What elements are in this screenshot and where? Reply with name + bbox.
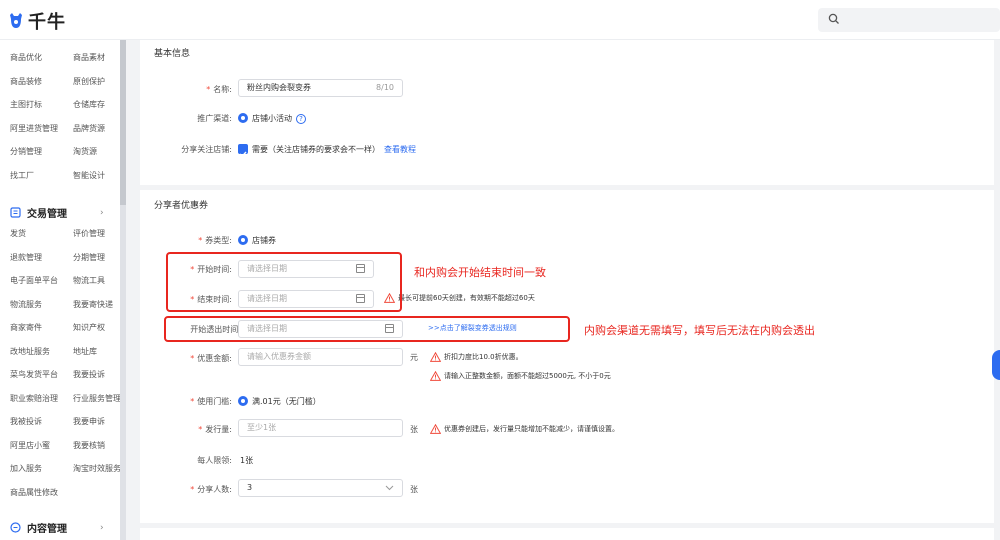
sidebar-item[interactable]: 商品优化 — [10, 52, 42, 63]
tutorial-link[interactable]: 查看教程 — [384, 144, 416, 155]
channel-radio[interactable] — [238, 113, 248, 123]
share-value: 需要（关注店铺券的要求会不一样） — [252, 145, 380, 154]
sidebar-item[interactable]: 商品属性修改 — [10, 487, 58, 498]
sidebar-item[interactable]: 菜鸟发货平台 — [10, 369, 58, 380]
logo[interactable]: 千牛 — [8, 8, 66, 34]
sidebar-item[interactable]: 发货 — [10, 228, 26, 239]
warning-icon — [430, 371, 441, 381]
sidebar-item[interactable]: 原创保护 — [73, 76, 105, 87]
warning-icon — [430, 424, 441, 434]
sidebar-item[interactable]: 商家寄件 — [10, 322, 42, 333]
share-checkbox[interactable] — [238, 144, 248, 158]
threshold-label: * 使用门槛: — [190, 397, 232, 406]
amount-warning-2: 请输入正整数金额，面额不能超过5000元, 不小于0元 — [430, 371, 611, 381]
sidebar-item[interactable]: 阿里店小蜜 — [10, 440, 50, 451]
sidebar-item[interactable]: 商品素材 — [73, 52, 105, 63]
qianniu-logo-icon — [10, 13, 22, 28]
sidebar-item[interactable]: 加入服务 — [10, 463, 42, 474]
sidebar-item[interactable]: 我被投诉 — [10, 416, 42, 427]
next-panel — [140, 528, 994, 540]
help-icon[interactable]: ? — [296, 113, 306, 124]
amount-label: * 优惠金额: — [190, 354, 232, 363]
sidebar-item[interactable]: 分销管理 — [10, 146, 42, 157]
type-radio[interactable] — [238, 235, 248, 245]
sidebar-item[interactable]: 物流服务 — [10, 299, 42, 310]
sidebar-item[interactable]: 淘宝时效服务 — [73, 463, 121, 474]
annotation-box-leak — [164, 316, 570, 342]
sidebar-section-content[interactable]: 内容管理 › — [10, 520, 104, 535]
sidebar-item[interactable]: 知识产权 — [73, 322, 105, 333]
sidebar-item[interactable]: 智能设计 — [73, 170, 105, 181]
issue-warning: 优惠券创建后，发行量只能增加不能减少，请谨慎设置。 — [430, 424, 619, 434]
channel-value: 店铺小活动? — [252, 113, 306, 124]
sidebar-section-trade[interactable]: 交易管理 › — [10, 205, 104, 220]
sidebar-item[interactable]: 我要核销 — [73, 440, 105, 451]
sidebar-item[interactable]: 电子面单平台 — [10, 275, 58, 286]
type-label: * 券类型: — [198, 236, 232, 245]
issue-unit: 张 — [410, 425, 418, 434]
channel-label: 推广渠道: — [197, 114, 232, 123]
check-icon — [239, 151, 247, 158]
content-icon — [10, 522, 21, 533]
amount-unit: 元 — [410, 353, 418, 362]
sidebar-item[interactable]: 退款管理 — [10, 252, 42, 263]
issue-label: * 发行量: — [198, 425, 232, 434]
sidebar-item[interactable]: 职业索赔治理 — [10, 393, 58, 404]
sidebar-item[interactable]: 主图打标 — [10, 99, 42, 110]
name-label: * 名称: — [206, 85, 232, 94]
share-label: 分享关注店铺: — [181, 145, 232, 154]
sidebar-item[interactable]: 物流工具 — [73, 275, 105, 286]
type-value: 店铺券 — [252, 236, 276, 245]
sidebar-item[interactable]: 品牌货源 — [73, 123, 105, 134]
amount-warning-1: 折扣力度比10.0折优惠。 — [430, 352, 523, 362]
search-input[interactable] — [818, 8, 1000, 32]
amount-field[interactable]: 请输入优惠券金额 — [238, 348, 403, 366]
name-field[interactable]: 粉丝内购会裂变券 8/10 — [238, 79, 403, 97]
sidebar-item[interactable]: 我要寄快递 — [73, 299, 113, 310]
top-bar: 千牛 — [0, 0, 1000, 40]
sidebar-item[interactable]: 行业服务管理 — [73, 393, 121, 404]
coupon-panel: 分享者优惠券 * 券类型: 店铺券 * 开始时间: 请选择日期 * 结束时间: 请选择… — [140, 190, 994, 523]
sidebar-scrollbar-thumb[interactable] — [120, 40, 126, 205]
sidebar-item[interactable]: 改地址服务 — [10, 346, 50, 357]
sidebar-item[interactable]: 仓储库存 — [73, 99, 105, 110]
threshold-value: 满.01元（无门槛） — [252, 397, 321, 406]
section-title: 分享者优惠券 — [154, 201, 209, 211]
limit-value: 1张 — [240, 456, 254, 465]
warning-icon — [430, 352, 441, 362]
logo-text: 千牛 — [28, 12, 66, 33]
sidebar: 商品优化商品装修主图打标阿里进货管理 分销管理找工厂 商品素材原创保护仓储库存品牌… — [0, 40, 121, 540]
basic-info-panel: 基本信息 * 名称: 粉丝内购会裂变券 8/10 推广渠道: 店铺小活动? 分享关… — [140, 40, 994, 185]
sharers-unit: 张 — [410, 485, 418, 494]
sidebar-item[interactable]: 我要投诉 — [73, 369, 105, 380]
annotation-note-2: 内购会渠道无需填写，填写后无法在内购会透出 — [584, 324, 815, 337]
sharers-label: * 分享人数: — [190, 485, 232, 494]
floating-help-tab[interactable] — [992, 350, 1000, 380]
sidebar-item[interactable]: 评价管理 — [73, 228, 105, 239]
sidebar-item[interactable]: 淘货源 — [73, 146, 97, 157]
annotation-box-dates — [166, 252, 402, 312]
sidebar-section-label: 交易管理 — [27, 209, 67, 220]
sidebar-item[interactable]: 商品装修 — [10, 76, 42, 87]
threshold-radio[interactable] — [238, 396, 248, 406]
issue-field[interactable]: 至少1张 — [238, 419, 403, 437]
chevron-right-icon: › — [100, 207, 104, 218]
annotation-note-1: 和内购会开始结束时间一致 — [414, 266, 546, 279]
sidebar-item[interactable]: 阿里进货管理 — [10, 123, 58, 134]
sidebar-item[interactable]: 我要申诉 — [73, 416, 105, 427]
sidebar-item[interactable]: 找工厂 — [10, 170, 34, 181]
sharers-select[interactable]: 3 — [238, 479, 403, 497]
trade-icon — [10, 207, 21, 218]
sidebar-item[interactable]: 地址库 — [73, 346, 97, 357]
name-char-count: 8/10 — [376, 83, 394, 92]
chevron-down-icon — [385, 485, 394, 491]
end-warning: 最长可提前60天创建，有效期不能超过60天 — [384, 293, 535, 303]
chevron-right-icon: › — [100, 522, 104, 533]
limit-label: 每人限领: — [197, 456, 232, 465]
sidebar-section-label: 内容管理 — [27, 524, 67, 535]
sidebar-item[interactable]: 分期管理 — [73, 252, 105, 263]
search-icon — [828, 13, 839, 24]
section-title: 基本信息 — [154, 49, 191, 59]
